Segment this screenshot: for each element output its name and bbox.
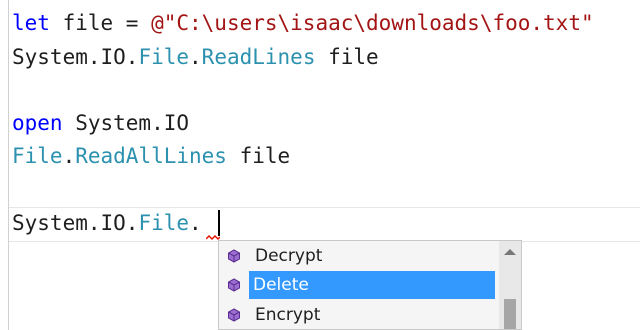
completion-scrollbar[interactable]: [499, 241, 521, 329]
editor-gutter-border: [8, 0, 9, 330]
code-text: System.IO: [62, 111, 190, 135]
scroll-thumb[interactable]: [504, 299, 516, 329]
dot: .: [62, 144, 76, 168]
method-cube-icon: [219, 249, 249, 263]
method-cube-icon: [219, 278, 249, 292]
namespace-text: System.IO.: [12, 211, 139, 235]
argument: file: [315, 45, 379, 69]
code-text: file =: [49, 11, 152, 35]
completion-list[interactable]: Decrypt Delete Encrypt: [218, 240, 522, 330]
type-name: File: [138, 211, 190, 235]
completion-item-encrypt[interactable]: Encrypt: [219, 301, 497, 329]
code-line-1[interactable]: let file = @"C:\users\isaac\downloads\fo…: [12, 8, 594, 38]
code-line-2[interactable]: System.IO.File.ReadLines file: [12, 42, 379, 72]
dot: .: [189, 45, 202, 69]
code-line-7[interactable]: System.IO.File.: [12, 208, 202, 238]
code-editor[interactable]: let file = @"C:\users\isaac\downloads\fo…: [0, 0, 640, 330]
completion-item-decrypt[interactable]: Decrypt: [219, 242, 497, 270]
namespace-text: System.IO.: [12, 45, 139, 69]
method-name: ReadAllLines: [75, 144, 227, 168]
completion-item-label: Decrypt: [255, 246, 323, 266]
argument: file: [226, 144, 291, 168]
dot: .: [189, 211, 202, 235]
type-name: File: [12, 144, 63, 168]
text-caret: [218, 210, 220, 236]
scroll-up-arrow-icon[interactable]: [504, 249, 516, 255]
completion-item-label: Delete: [249, 271, 495, 299]
method-name: ReadLines: [201, 45, 316, 69]
type-name: File: [138, 45, 190, 69]
completion-item-label: Encrypt: [255, 305, 321, 325]
completion-item-delete[interactable]: Delete: [219, 271, 497, 299]
method-cube-icon: [219, 308, 249, 322]
string-literal: @"C:\users\isaac\downloads\foo.txt": [151, 11, 594, 35]
code-line-5[interactable]: File.ReadAllLines file: [12, 141, 290, 171]
keyword-let: let: [12, 11, 50, 35]
code-line-4[interactable]: open System.IO: [12, 108, 189, 138]
keyword-open: open: [12, 111, 63, 135]
